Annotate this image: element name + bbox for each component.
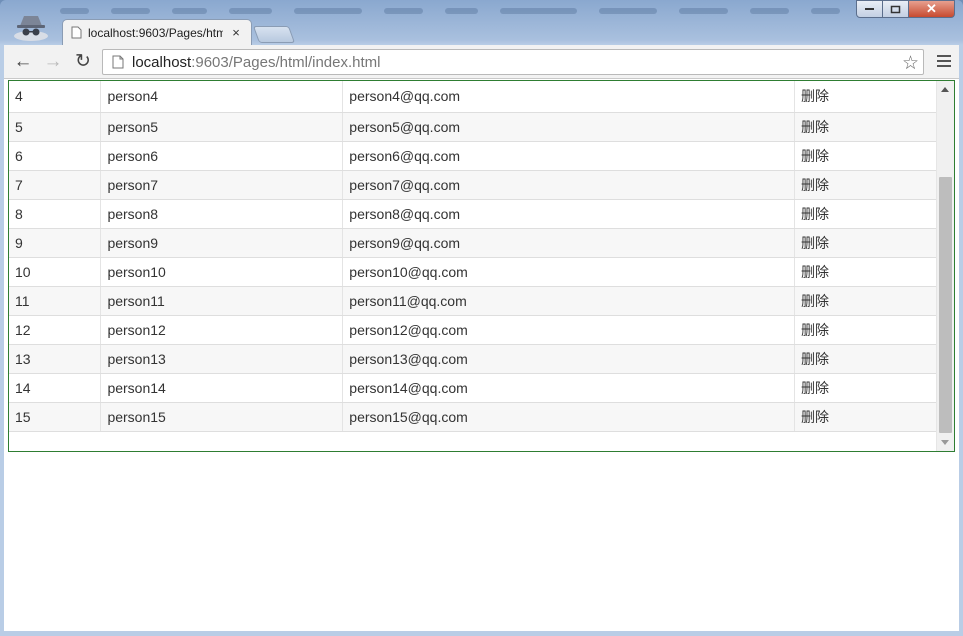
delete-link[interactable]: 删除 [794, 112, 937, 142]
cell-id: 15 [9, 402, 102, 432]
forward-icon[interactable]: → [42, 51, 64, 73]
cell-name: person11 [100, 286, 344, 316]
table-row: 15 person15 person15@qq.com 删除 [9, 402, 937, 432]
incognito-icon [14, 16, 48, 41]
table-row: 14 person14 person14@qq.com 删除 [9, 373, 937, 403]
blurred-titlebar-menu [60, 4, 841, 18]
cell-id: 6 [9, 141, 102, 171]
cell-name: person5 [100, 112, 344, 142]
browser-window: localhost:9603/Pages/htm × ✕ ← → ↻ local… [0, 0, 963, 636]
cell-id: 10 [9, 257, 102, 287]
cell-email: person8@qq.com [342, 199, 796, 229]
cell-name: person15 [100, 402, 344, 432]
person-table: 4 person4 person4@qq.com 删除 5 person5 person5@… [9, 81, 937, 432]
delete-link[interactable]: 删除 [794, 199, 937, 229]
table-row: 8 person8 person8@qq.com 删除 [9, 199, 937, 229]
cell-email: person15@qq.com [342, 402, 796, 432]
table-row: 4 person4 person4@qq.com 删除 [9, 81, 937, 113]
cell-id: 14 [9, 373, 102, 403]
vertical-scrollbar[interactable] [936, 81, 954, 451]
cell-name: person8 [100, 199, 344, 229]
delete-link[interactable]: 删除 [794, 141, 937, 171]
bookmark-star-icon[interactable]: ☆ [902, 52, 919, 75]
minimize-button[interactable] [856, 0, 883, 18]
delete-link[interactable]: 删除 [794, 402, 937, 432]
delete-link[interactable]: 删除 [794, 286, 937, 316]
new-tab-button[interactable] [252, 26, 296, 43]
cell-name: person14 [100, 373, 344, 403]
window-controls: ✕ [856, 0, 955, 18]
table-row: 11 person11 person11@qq.com 删除 [9, 286, 937, 316]
cell-id: 7 [9, 170, 102, 200]
cell-name: person10 [100, 257, 344, 287]
cell-id: 8 [9, 199, 102, 229]
table-row: 12 person12 person12@qq.com 删除 [9, 315, 937, 345]
page-icon [71, 26, 82, 39]
minimize-icon [864, 8, 874, 10]
browser-toolbar: ← → ↻ localhost:9603/Pages/html/index.ht… [4, 45, 959, 79]
delete-link[interactable]: 删除 [794, 315, 937, 345]
scroll-up-icon[interactable] [941, 87, 949, 92]
cell-email: person11@qq.com [342, 286, 796, 316]
table-row: 9 person9 person9@qq.com 删除 [9, 228, 937, 258]
cell-id: 5 [9, 112, 102, 142]
tab-close-icon[interactable]: × [229, 25, 243, 40]
cell-name: person4 [100, 81, 344, 113]
cell-email: person7@qq.com [342, 170, 796, 200]
table-panel: 4 person4 person4@qq.com 删除 5 person5 person5@… [8, 80, 955, 452]
cell-email: person10@qq.com [342, 257, 796, 287]
cell-email: person14@qq.com [342, 373, 796, 403]
scroll-down-icon[interactable] [941, 440, 949, 445]
table-row: 7 person7 person7@qq.com 删除 [9, 170, 937, 200]
close-window-button[interactable]: ✕ [909, 0, 955, 18]
table-row: 5 person5 person5@qq.com 删除 [9, 112, 937, 142]
cell-id: 4 [9, 81, 102, 113]
restore-icon [890, 5, 901, 13]
url-path: :9603/Pages/html/index.html [191, 53, 381, 71]
cell-name: person6 [100, 141, 344, 171]
delete-link[interactable]: 删除 [794, 228, 937, 258]
cell-email: person4@qq.com [342, 81, 796, 113]
reload-icon[interactable]: ↻ [72, 51, 94, 73]
menu-icon[interactable] [937, 55, 951, 70]
cell-name: person13 [100, 344, 344, 374]
delete-link[interactable]: 删除 [794, 344, 937, 374]
tab-title: localhost:9603/Pages/htm [88, 25, 223, 40]
cell-name: person7 [100, 170, 344, 200]
maximize-button[interactable] [883, 0, 909, 18]
address-bar[interactable]: localhost:9603/Pages/html/index.html ☆ [102, 49, 924, 75]
delete-link[interactable]: 删除 [794, 81, 937, 113]
table-row: 13 person13 person13@qq.com 删除 [9, 344, 937, 374]
back-icon[interactable]: ← [12, 51, 34, 73]
delete-link[interactable]: 删除 [794, 373, 937, 403]
cell-id: 11 [9, 286, 102, 316]
cell-name: person9 [100, 228, 344, 258]
cell-id: 9 [9, 228, 102, 258]
cell-name: person12 [100, 315, 344, 345]
cell-email: person12@qq.com [342, 315, 796, 345]
cell-email: person9@qq.com [342, 228, 796, 258]
delete-link[interactable]: 删除 [794, 257, 937, 287]
table-row: 10 person10 person10@qq.com 删除 [9, 257, 937, 287]
url-text: localhost:9603/Pages/html/index.html [132, 54, 380, 71]
cell-id: 12 [9, 315, 102, 345]
scroll-thumb[interactable] [939, 177, 952, 433]
url-host: localhost [132, 53, 192, 71]
cell-email: person13@qq.com [342, 344, 796, 374]
page-viewport: 4 person4 person4@qq.com 删除 5 person5 person5@… [4, 79, 959, 631]
cell-id: 13 [9, 344, 102, 374]
browser-tab[interactable]: localhost:9603/Pages/htm × [62, 19, 252, 45]
table-row: 6 person6 person6@qq.com 删除 [9, 141, 937, 171]
page-icon [112, 55, 124, 69]
cell-email: person6@qq.com [342, 141, 796, 171]
cell-email: person5@qq.com [342, 112, 796, 142]
delete-link[interactable]: 删除 [794, 170, 937, 200]
